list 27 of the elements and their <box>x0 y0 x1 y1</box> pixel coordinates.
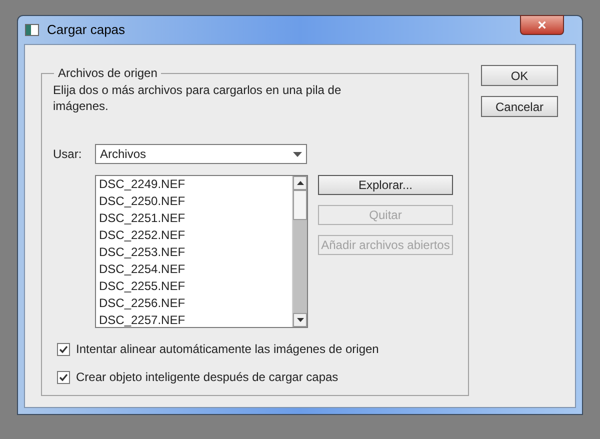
window-title: Cargar capas <box>47 21 126 40</box>
checkbox[interactable] <box>57 370 70 384</box>
checkbox[interactable] <box>57 342 70 356</box>
scroll-up-icon[interactable] <box>293 176 307 190</box>
checkbox-label: Crear objeto inteligente después de cargar capas <box>76 369 338 386</box>
checkbox-label: Intentar alinear automáticamente las imágenes de origen <box>76 341 379 358</box>
use-label: Usar: <box>53 146 83 163</box>
scroll-thumb[interactable] <box>293 190 307 220</box>
scroll-down-icon[interactable] <box>293 313 307 327</box>
description-text: Elija dos o más archivos para cargarlos en una pila de imágenes. <box>53 82 342 114</box>
file-item[interactable]: DSC_2257.NEF <box>99 312 292 327</box>
dropdown-arrow-icon <box>293 152 302 156</box>
dialog-button[interactable]: OK <box>481 65 558 86</box>
file-item[interactable]: DSC_2251.NEF <box>99 210 292 227</box>
list-action-button[interactable]: Explorar... <box>318 175 453 195</box>
file-item[interactable]: DSC_2255.NEF <box>99 278 292 295</box>
use-dropdown[interactable]: Archivos <box>95 144 307 164</box>
file-item[interactable]: DSC_2252.NEF <box>99 227 292 244</box>
file-item[interactable]: DSC_2250.NEF <box>99 193 292 210</box>
app-icon <box>25 24 39 36</box>
scrollbar[interactable] <box>292 176 307 327</box>
group-title: Archivos de origen <box>57 65 158 82</box>
file-item[interactable]: DSC_2256.NEF <box>99 295 292 312</box>
file-item[interactable]: DSC_2254.NEF <box>99 261 292 278</box>
file-item[interactable]: DSC_2249.NEF <box>99 176 292 193</box>
file-item[interactable]: DSC_2253.NEF <box>99 244 292 261</box>
dialog-button[interactable]: Cancelar <box>481 96 558 117</box>
